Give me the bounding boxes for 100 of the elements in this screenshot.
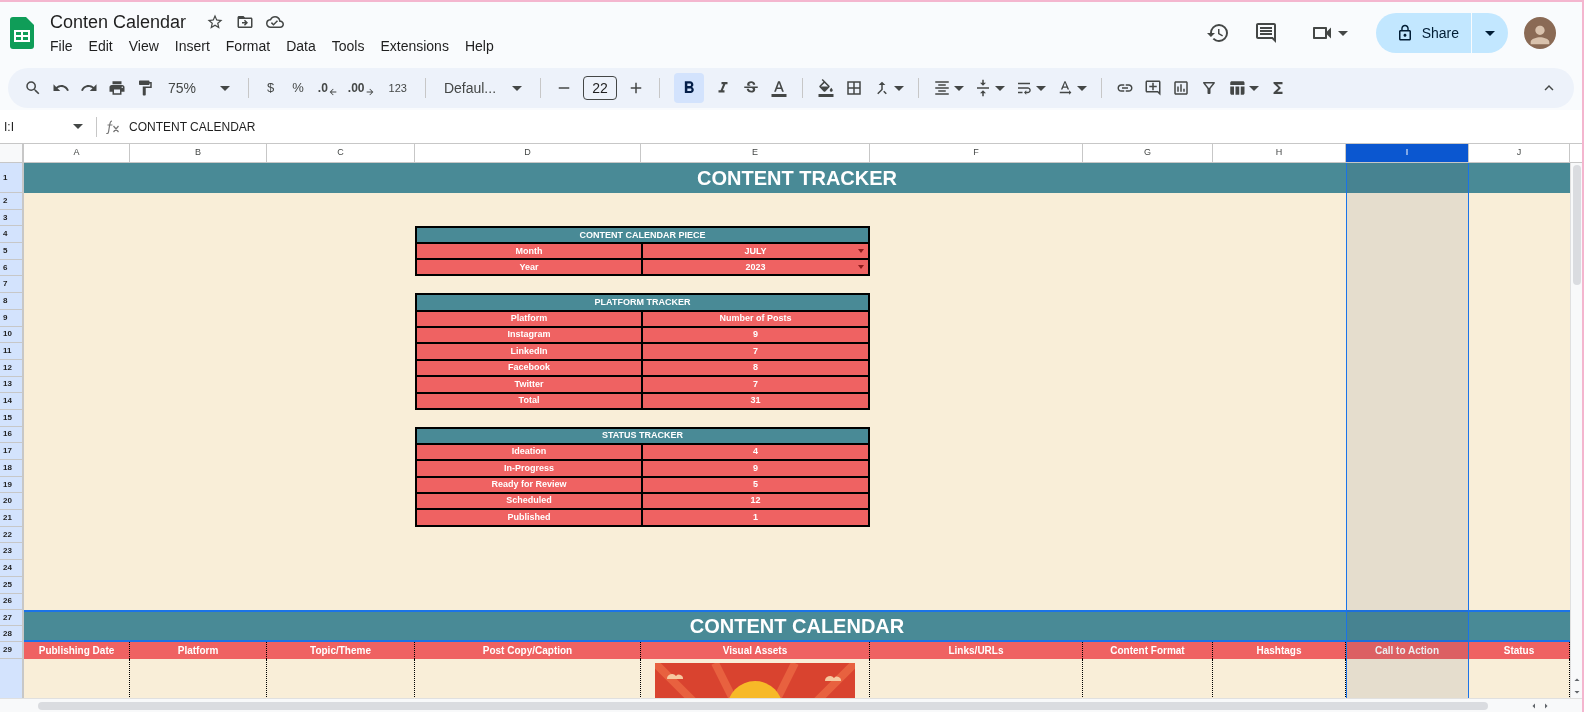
- calendar-title-band[interactable]: CONTENT CALENDAR: [24, 610, 1570, 643]
- row-number[interactable]: 1: [0, 163, 22, 193]
- name-box[interactable]: I:I: [0, 117, 88, 136]
- column-heading: Topic/Theme: [267, 642, 415, 660]
- table-cell[interactable]: [267, 659, 415, 698]
- caret-icon[interactable]: [1249, 85, 1260, 91]
- scrollbar-thumb[interactable]: [38, 701, 1488, 710]
- table-cell[interactable]: [1083, 659, 1213, 698]
- percent-format[interactable]: %: [288, 78, 308, 98]
- caret-icon[interactable]: [894, 85, 905, 91]
- table-cell: 1: [643, 510, 868, 525]
- caret-icon: [220, 85, 231, 91]
- align-icon[interactable]: [933, 79, 952, 97]
- row-number[interactable]: 29: [0, 642, 22, 660]
- row-number[interactable]: 2: [0, 193, 22, 210]
- row-number[interactable]: 24: [0, 560, 22, 577]
- table-cell[interactable]: [24, 659, 130, 698]
- document-title[interactable]: Conten Calendar: [50, 9, 187, 34]
- caret-icon[interactable]: [954, 85, 965, 91]
- row-number[interactable]: 17: [0, 443, 22, 460]
- history-icon[interactable]: [1205, 21, 1230, 45]
- menu-item[interactable]: View: [128, 35, 159, 57]
- row-number[interactable]: 23: [0, 543, 22, 561]
- menu-item[interactable]: Extensions: [380, 35, 449, 57]
- table-cell: Instagram: [417, 327, 641, 343]
- formula-text[interactable]: CONTENT CALENDAR: [129, 117, 256, 136]
- spreadsheet-logo[interactable]: [10, 17, 34, 49]
- print-icon[interactable]: [108, 79, 126, 97]
- table-cell[interactable]: [1346, 659, 1469, 698]
- borders-icon[interactable]: [845, 79, 864, 97]
- comment-icon[interactable]: [1253, 21, 1278, 45]
- menu-item[interactable]: Data: [286, 35, 316, 57]
- search-icon[interactable]: [24, 79, 42, 97]
- currency-format[interactable]: $: [263, 78, 279, 98]
- caret-icon[interactable]: [995, 85, 1006, 91]
- row-number[interactable]: 7: [0, 276, 22, 294]
- table-cell: Platform: [417, 311, 641, 326]
- zoom-dropdown[interactable]: 75%: [164, 77, 235, 99]
- table-cell: 7: [643, 344, 868, 359]
- caret-icon[interactable]: [1036, 85, 1047, 91]
- table-cell[interactable]: [1213, 659, 1346, 698]
- chart-icon[interactable]: [1172, 79, 1191, 97]
- table-cell: 31: [643, 393, 868, 408]
- table-cell: Scheduled: [417, 494, 641, 509]
- menu-item[interactable]: Tools: [331, 35, 365, 57]
- dropdown-arrow-icon[interactable]: [858, 265, 864, 270]
- row-number[interactable]: 5: [0, 243, 22, 260]
- row-number[interactable]: 27: [0, 610, 22, 627]
- dropdown-arrow-icon[interactable]: [858, 249, 864, 254]
- row-number[interactable]: 28: [0, 626, 22, 643]
- function-icon: [105, 119, 121, 134]
- table-cell: 9: [643, 327, 868, 343]
- horizontal-scrollbar[interactable]: [0, 698, 1582, 712]
- avatar[interactable]: [1524, 17, 1556, 49]
- table-cell[interactable]: [1469, 659, 1570, 698]
- paint-roller-icon[interactable]: [136, 79, 154, 97]
- font-size-field[interactable]: 22: [583, 76, 618, 100]
- menu-item[interactable]: File: [50, 35, 73, 57]
- fill-color-icon[interactable]: [817, 79, 836, 97]
- row-number[interactable]: 20: [0, 493, 22, 511]
- vertical-scrollbar[interactable]: [1570, 163, 1582, 698]
- menu-item[interactable]: Edit: [88, 35, 113, 57]
- menu-item[interactable]: Help: [464, 35, 494, 57]
- table-cell: JULY: [643, 244, 868, 259]
- row-number[interactable]: 8: [0, 293, 22, 310]
- text-color-icon[interactable]: [770, 79, 789, 97]
- row-number[interactable]: 21: [0, 510, 22, 527]
- caret-icon[interactable]: [1077, 85, 1088, 91]
- add-comment-icon[interactable]: [1144, 79, 1163, 97]
- table-title: PLATFORM TRACKER: [417, 295, 868, 310]
- table-cell: Ready for Review: [417, 477, 641, 493]
- table-cell[interactable]: [870, 659, 1083, 698]
- menu-item[interactable]: Insert: [174, 35, 210, 57]
- caret-icon[interactable]: [1337, 30, 1348, 36]
- table-cell: 2023: [643, 260, 868, 275]
- font-dropdown[interactable]: Defaul...: [439, 77, 527, 99]
- menu-item[interactable]: Format: [225, 35, 271, 57]
- table-cell[interactable]: [130, 659, 267, 698]
- table-cell: In-Progress: [417, 461, 641, 476]
- row-number[interactable]: 18: [0, 460, 22, 477]
- table-cell: 5: [643, 477, 868, 493]
- column-heading: Publishing Date: [24, 642, 130, 660]
- table-cell[interactable]: [415, 659, 641, 698]
- column-heading: Platform: [130, 642, 267, 660]
- table-cell: Month: [417, 244, 641, 259]
- row-number[interactable]: 4: [0, 226, 22, 244]
- row-number[interactable]: 11: [0, 343, 22, 360]
- table-cell: Twitter: [417, 377, 641, 392]
- table-icon[interactable]: [1228, 79, 1247, 97]
- scrollbar-thumb[interactable]: [1573, 165, 1581, 285]
- row-number[interactable]: 14: [0, 393, 22, 410]
- increase-decimal[interactable]: .00: [347, 79, 365, 97]
- bold-toggle[interactable]: [674, 73, 705, 103]
- number-format[interactable]: 123: [384, 79, 411, 97]
- column-header[interactable]: I: [1346, 144, 1469, 162]
- table-cell: Total: [417, 393, 641, 408]
- tracker-title-band[interactable]: CONTENT TRACKER: [24, 163, 1570, 193]
- table-cell[interactable]: [641, 659, 870, 698]
- table-cell: LinkedIn: [417, 344, 641, 359]
- decrease-decimal[interactable]: .0: [317, 79, 328, 97]
